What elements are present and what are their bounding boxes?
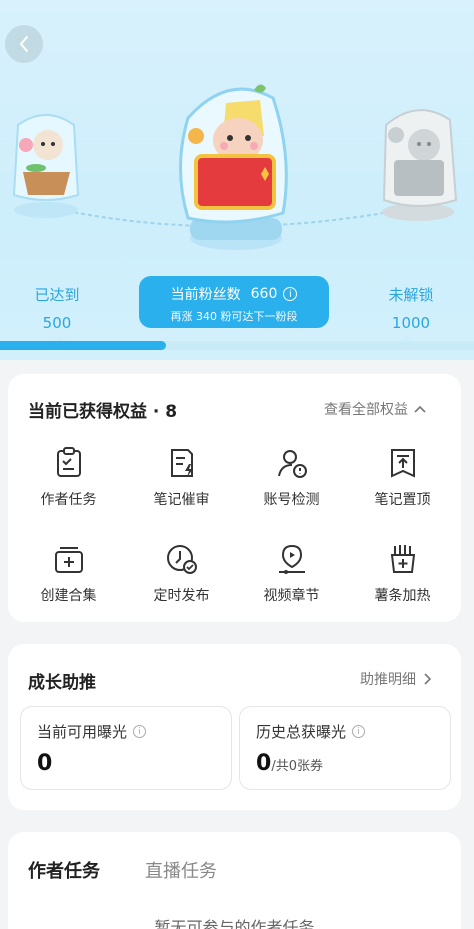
clock-check-icon — [166, 545, 197, 574]
tasks-card: 作者任务 直播任务 暂无可参与的作者任务 — [8, 832, 461, 929]
benefit-account-check[interactable]: 账号检测 — [235, 446, 348, 509]
stage-locked-value: 1000 — [391, 314, 431, 332]
available-exposure-value: 0 — [37, 751, 53, 776]
growth-title: 成长助推 — [28, 673, 96, 693]
stage-reached-label: 已达到 — [34, 286, 80, 304]
video-chapter-icon — [278, 544, 305, 574]
mascot-current[interactable] — [168, 78, 298, 257]
benefit-label: 账号检测 — [263, 492, 320, 508]
current-fans-hint: 再涨 340 粉可达下一粉段 — [170, 310, 298, 323]
collection-add-icon — [54, 547, 83, 573]
account-check-icon — [277, 450, 307, 478]
task-clipboard-icon — [56, 447, 81, 477]
growth-boost-card: 成长助推 助推明细 当前可用曝光 i 0 历史总获曝光 i 0/共0张券 — [8, 644, 461, 810]
stage-locked-label: 未解锁 — [388, 286, 434, 304]
chevron-up-icon — [414, 405, 426, 413]
benefit-label: 定时发布 — [153, 588, 210, 604]
history-exposure-label: 历史总获曝光 — [256, 723, 347, 741]
benefit-label: 薯条加热 — [374, 588, 431, 604]
fries-boost-icon — [390, 545, 415, 573]
tasks-empty-text: 暂无可参与的作者任务 — [154, 918, 315, 929]
benefit-label: 创建合集 — [40, 588, 97, 604]
info-icon[interactable]: i — [352, 725, 366, 738]
benefit-note-review[interactable]: 笔记催审 — [125, 446, 238, 509]
progress-notch — [54, 335, 66, 341]
available-exposure-label: 当前可用曝光 — [37, 723, 128, 741]
current-fans-pill[interactable]: 当前粉丝数 660 i 再涨 340 粉可达下一粉段 — [139, 276, 329, 328]
stage-reached: 已达到 500 — [22, 284, 92, 332]
current-fans-value: 660 — [250, 286, 278, 302]
view-all-label: 查看全部权益 — [324, 402, 408, 418]
benefit-author-task[interactable]: 作者任务 — [12, 446, 125, 509]
mascot-reached[interactable] — [8, 110, 84, 224]
stage-locked: 未解锁 1000 — [376, 284, 446, 332]
benefits-title: 当前已获得权益 · 8 — [28, 402, 178, 422]
benefit-label: 笔记催审 — [153, 492, 210, 508]
info-icon[interactable]: i — [133, 725, 147, 738]
view-all-benefits-link[interactable]: 查看全部权益 — [324, 399, 426, 419]
stage-reached-value: 500 — [42, 314, 72, 332]
fans-progress-fill — [0, 341, 166, 350]
benefit-label: 作者任务 — [40, 492, 97, 508]
benefit-label: 笔记置顶 — [374, 492, 431, 508]
benefit-fries-boost[interactable]: 薯条加热 — [346, 542, 459, 605]
tab-live-tasks[interactable]: 直播任务 — [145, 857, 217, 883]
chevron-right-icon — [424, 673, 432, 685]
benefits-card: 当前已获得权益 · 8 查看全部权益 作者任务 笔记催审 账号检测 笔记置顶 创… — [8, 374, 461, 622]
history-coupon-count: /共0张券 — [271, 759, 323, 774]
fans-progress-bar — [0, 335, 474, 350]
mascot-locked[interactable] — [376, 100, 460, 229]
benefit-label: 视频章节 — [263, 588, 320, 604]
boost-detail-label: 助推明细 — [360, 672, 416, 688]
boost-detail-link[interactable]: 助推明细 — [360, 669, 432, 689]
note-lightning-icon — [170, 449, 193, 477]
benefit-note-pin[interactable]: 笔记置顶 — [346, 446, 459, 509]
progress-notch — [400, 335, 412, 341]
history-exposure-value: 0 — [256, 751, 272, 776]
info-icon[interactable]: i — [283, 287, 298, 301]
tab-author-tasks[interactable]: 作者任务 — [28, 857, 100, 883]
benefit-create-collection[interactable]: 创建合集 — [12, 542, 125, 605]
current-fans-label: 当前粉丝数 — [170, 287, 241, 303]
available-exposure-box[interactable]: 当前可用曝光 i 0 — [20, 706, 232, 790]
level-hero: 已达到 500 当前粉丝数 660 i 再涨 340 粉可达下一粉段 未解锁 1… — [0, 0, 474, 360]
pin-top-icon — [390, 449, 415, 478]
benefit-video-chapter[interactable]: 视频章节 — [235, 542, 348, 605]
benefit-schedule-publish[interactable]: 定时发布 — [125, 542, 238, 605]
history-exposure-box[interactable]: 历史总获曝光 i 0/共0张券 — [239, 706, 451, 790]
